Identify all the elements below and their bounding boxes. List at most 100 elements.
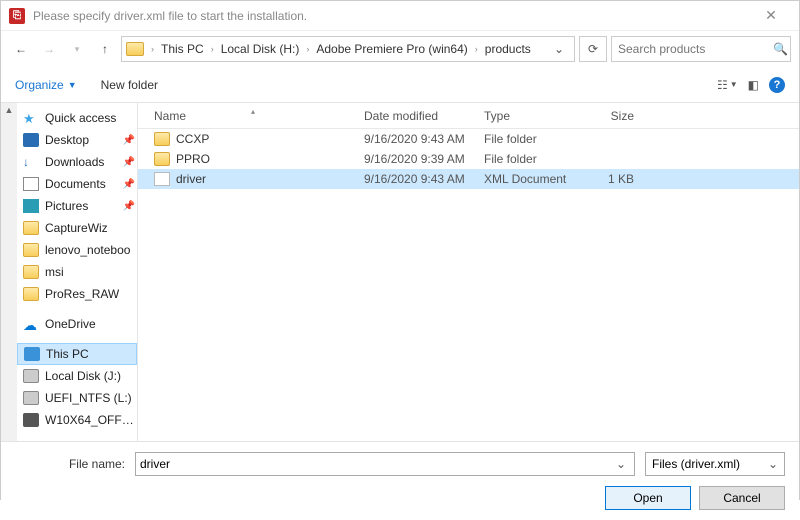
sidebar-item[interactable]: CaptureWiz: [17, 217, 137, 239]
sidebar-item[interactable]: W10X64_OFF19_E: [17, 409, 137, 431]
refresh-button[interactable]: ⟳: [579, 36, 607, 62]
sidebar-item[interactable]: msi: [17, 261, 137, 283]
sidebar-scrollbar[interactable]: ▲: [1, 103, 17, 441]
chevron-down-icon: ⌄: [768, 457, 778, 471]
sidebar-item[interactable]: Downloads📌: [17, 151, 137, 173]
close-button[interactable]: ✕: [751, 7, 791, 24]
chevron-down-icon: ▼: [730, 80, 738, 89]
sidebar-item[interactable]: Quick access: [17, 107, 137, 129]
organize-label: Organize: [15, 78, 64, 92]
sidebar-item-label: This PC: [46, 347, 89, 361]
sidebar-item[interactable]: Local Disk (J:): [17, 365, 137, 387]
doc-icon: [23, 177, 39, 191]
pin-icon: 📌: [123, 179, 135, 190]
sidebar-item-label: W10X64_OFF19_E: [45, 413, 137, 427]
fold-icon: [23, 265, 39, 279]
open-button[interactable]: Open: [605, 486, 691, 510]
star-icon: [23, 111, 39, 125]
file-row[interactable]: CCXP9/16/2020 9:43 AMFile folder: [138, 129, 799, 149]
search-icon[interactable]: 🔍: [773, 42, 788, 56]
sidebar-item[interactable]: Desktop 📌: [17, 129, 137, 151]
sidebar-item-label: lenovo_noteboo: [45, 243, 130, 257]
column-type[interactable]: Type: [476, 109, 572, 123]
sidebar-item[interactable]: lenovo_noteboo: [17, 239, 137, 261]
filename-dropdown[interactable]: ⌄: [612, 457, 630, 471]
chevron-right-icon[interactable]: ›: [150, 44, 155, 54]
up-button[interactable]: ↑: [93, 37, 117, 61]
usb-icon: [23, 413, 39, 427]
breadcrumb-item[interactable]: This PC: [157, 42, 208, 56]
cancel-button[interactable]: Cancel: [699, 486, 785, 510]
search-box[interactable]: 🔍: [611, 36, 791, 62]
file-name: PPRO: [176, 152, 210, 166]
preview-icon: ◧: [748, 78, 759, 92]
cloud-icon: [23, 317, 39, 331]
sidebar-item[interactable]: OneDrive: [17, 313, 137, 335]
chevron-down-icon: ▼: [68, 80, 77, 90]
chevron-right-icon[interactable]: ›: [474, 44, 479, 54]
file-size: 1 KB: [572, 172, 642, 186]
filename-label: File name:: [15, 457, 125, 471]
sidebar-item-label: Quick access: [45, 111, 116, 125]
navigation-sidebar: Quick accessDesktop📌Downloads📌Documents📌…: [17, 103, 137, 441]
toolbar: Organize ▼ New folder ☷▼ ◧ ?: [1, 67, 799, 103]
recent-dropdown[interactable]: ▾: [65, 37, 89, 61]
sidebar-item-label: Downloads: [45, 155, 104, 169]
sidebar-item-label: Documents: [45, 177, 106, 191]
chevron-right-icon[interactable]: ›: [305, 44, 310, 54]
sidebar-item[interactable]: Pictures 📌: [17, 195, 137, 217]
column-headers: Name Date modified Type Size: [138, 103, 799, 129]
fold-icon: [154, 132, 170, 146]
bottom-panel: File name: ⌄ Files (driver.xml) ⌄ Open C…: [1, 441, 799, 520]
new-folder-button[interactable]: New folder: [101, 78, 158, 92]
scroll-up-icon[interactable]: ▲: [5, 103, 14, 117]
sidebar-item[interactable]: Documents 📌: [17, 173, 137, 195]
preview-pane-button[interactable]: ◧: [748, 78, 759, 92]
fold-icon: [154, 152, 170, 166]
sidebar-item[interactable]: This PC: [17, 343, 137, 365]
file-list-pane: Name Date modified Type Size CCXP9/16/20…: [138, 103, 799, 441]
filename-combo[interactable]: ⌄: [135, 452, 635, 476]
address-bar[interactable]: › This PC › Local Disk (H:) › Adobe Prem…: [121, 36, 575, 62]
organize-menu[interactable]: Organize ▼: [15, 78, 77, 92]
chevron-right-icon[interactable]: ›: [210, 44, 215, 54]
sidebar-item-label: CaptureWiz: [45, 221, 108, 235]
fold-icon: [23, 221, 39, 235]
app-icon: ⎘: [9, 8, 25, 24]
dl-icon: [23, 155, 39, 169]
address-dropdown[interactable]: ⌄: [548, 42, 570, 56]
breadcrumb-item[interactable]: Local Disk (H:): [217, 42, 304, 56]
sidebar-item[interactable]: ProRes_RAW: [17, 283, 137, 305]
file-row[interactable]: PPRO9/16/2020 9:39 AMFile folder: [138, 149, 799, 169]
nav-row: ← → ▾ ↑ › This PC › Local Disk (H:) › Ad…: [1, 31, 799, 67]
sidebar-item-label: Desktop: [45, 133, 89, 147]
filename-input[interactable]: [140, 457, 612, 471]
sidebar-item-label: Pictures: [45, 199, 88, 213]
filter-label: Files (driver.xml): [652, 457, 740, 471]
sidebar-item-label: OneDrive: [45, 317, 96, 331]
file-date: 9/16/2020 9:39 AM: [356, 152, 476, 166]
file-row[interactable]: driver9/16/2020 9:43 AMXML Document1 KB: [138, 169, 799, 189]
sidebar-item[interactable]: Network: [17, 439, 137, 441]
pin-icon: 📌: [123, 135, 135, 146]
file-date: 9/16/2020 9:43 AM: [356, 132, 476, 146]
sidebar-item-label: msi: [45, 265, 64, 279]
help-button[interactable]: ?: [769, 77, 785, 93]
sidebar-item[interactable]: UEFI_NTFS (L:): [17, 387, 137, 409]
column-date[interactable]: Date modified: [356, 109, 476, 123]
folder-icon: [126, 42, 144, 56]
column-name[interactable]: Name: [146, 109, 356, 123]
file-type-filter[interactable]: Files (driver.xml) ⌄: [645, 452, 785, 476]
breadcrumb-item[interactable]: products: [481, 42, 535, 56]
search-input[interactable]: [618, 42, 773, 56]
fold-icon: [23, 243, 39, 257]
column-size[interactable]: Size: [572, 109, 642, 123]
forward-button[interactable]: →: [37, 37, 61, 61]
disk-icon: [23, 369, 39, 383]
file-list: CCXP9/16/2020 9:43 AMFile folder PPRO 9/16…: [138, 129, 799, 189]
breadcrumb-item[interactable]: Adobe Premiere Pro (win64): [312, 42, 471, 56]
pin-icon: 📌: [123, 201, 135, 212]
sidebar-item-label: ProRes_RAW: [45, 287, 119, 301]
back-button[interactable]: ←: [9, 37, 33, 61]
view-options-button[interactable]: ☷▼: [717, 78, 738, 92]
